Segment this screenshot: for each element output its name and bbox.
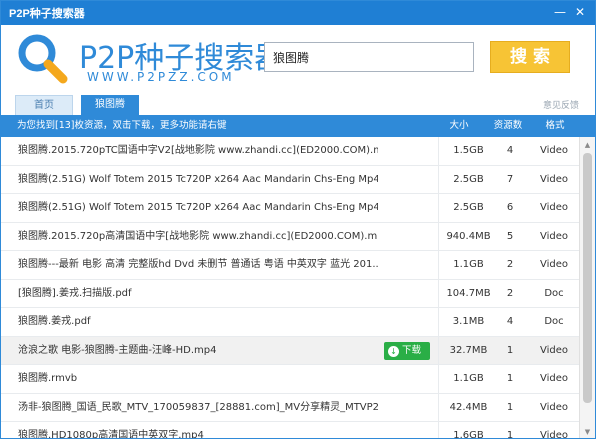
table-row[interactable]: 汤非-狼图腾_国语_民歌_MTV_170059837_[28881.com]_M… (1, 393, 579, 422)
file-name: 狼图腾---最新 电影 高清 完整版hd Dvd 未删节 普通话 粤语 中英双字… (18, 259, 378, 270)
file-name: 狼图腾.rmvb (18, 373, 78, 384)
table-row[interactable]: 沧浪之歌 电影-狼图腾-主题曲-汪峰-HD.mp4 ↓ 下载 32.7MB 1 Video (1, 336, 579, 365)
table-row[interactable]: 狼图腾(2.51G) Wolf Totem 2015 Tc720P x264 A… (1, 165, 579, 194)
search-input[interactable] (264, 42, 474, 72)
file-size: 2.5GB (438, 165, 498, 194)
source-count: 4 (506, 145, 514, 156)
file-format: Doc (544, 316, 564, 327)
table-row[interactable]: 狼图腾.rmvb 1.1GB 1 Video (1, 365, 579, 394)
vertical-scrollbar[interactable]: ▲ ▼ (579, 137, 595, 438)
table-row[interactable]: 狼图腾.HD1080p高清国语中英双字.mp4 1.6GB 1 Video (1, 422, 579, 439)
table-row[interactable]: 狼图腾---最新 电影 高清 完整版hd Dvd 未删节 普通话 粤语 中英双字… (1, 251, 579, 280)
app-window: P2P种子搜索器 — ✕ P2P种子搜索器 WWW.P2PZZ.COM 搜索 首… (0, 0, 596, 439)
table-row[interactable]: 狼图腾.姜戎.pdf 3.1MB 4 Doc (1, 308, 579, 337)
file-size: 32.7MB (438, 336, 498, 365)
header: P2P种子搜索器 WWW.P2PZZ.COM 搜索 (1, 25, 595, 95)
logo-url: WWW.P2PZZ.COM (87, 70, 235, 84)
source-count: 1 (506, 430, 514, 439)
file-format: Video (539, 401, 569, 413)
download-label: 下载 (402, 344, 422, 356)
tab-home[interactable]: 首页 (15, 95, 73, 115)
file-name: 狼图腾(2.51G) Wolf Totem 2015 Tc720P x264 A… (18, 202, 378, 213)
file-size: 1.6GB (438, 422, 498, 438)
file-size: 2.5GB (438, 194, 498, 222)
table-row[interactable]: [狼图腾].姜戎.扫描版.pdf 104.7MB 2 Doc (1, 279, 579, 308)
file-format: Video (539, 373, 569, 384)
table-row[interactable]: 狼图腾.2015.720pTC国语中字V2[战地影院 www.zhandi.cc… (1, 137, 579, 166)
title-bar[interactable]: P2P种子搜索器 — ✕ (1, 1, 595, 25)
file-format: Video (539, 230, 569, 242)
scroll-thumb[interactable] (583, 153, 592, 403)
download-icon: ↓ (388, 345, 399, 357)
file-size: 1.1GB (438, 251, 498, 279)
column-header-format[interactable]: 格式 (538, 115, 572, 137)
file-name: [狼图腾].姜戎.扫描版.pdf (18, 287, 132, 299)
column-header-sources[interactable]: 资源数 (483, 115, 533, 137)
search-button[interactable]: 搜索 (490, 41, 570, 73)
file-format: Video (539, 173, 569, 185)
file-name: 沧浪之歌 电影-狼图腾-主题曲-汪峰-HD.mp4 (18, 344, 217, 356)
result-header: 为您找到[13]枚资源，双击下载，更多功能请右键 大小 资源数 格式 (1, 115, 595, 137)
result-count-message: 为您找到[13]枚资源，双击下载，更多功能请右键 (17, 120, 227, 131)
download-button[interactable]: ↓ 下载 (384, 341, 430, 360)
magnifier-icon (18, 34, 68, 84)
file-format: Doc (544, 287, 564, 299)
file-name: 狼图腾.HD1080p高清国语中英双字.mp4 (18, 430, 204, 439)
file-size: 940.4MB (438, 222, 498, 251)
source-count: 7 (506, 173, 514, 185)
file-size: 3.1MB (438, 308, 498, 336)
table-row[interactable]: 狼图腾.2015.720p高清国语中字[战地影院 www.zhandi.cc](… (1, 222, 579, 251)
feedback-link[interactable]: 意见反馈 (543, 98, 579, 111)
tab-bar: 首页 狼图腾 意见反馈 (1, 95, 595, 115)
source-count: 1 (506, 344, 514, 356)
minimize-icon[interactable]: — (551, 4, 569, 20)
tab-search-result[interactable]: 狼图腾 (81, 95, 139, 115)
column-header-size[interactable]: 大小 (441, 115, 477, 137)
file-name: 狼图腾.姜戎.pdf (18, 316, 91, 327)
source-count: 5 (506, 230, 514, 242)
table-row[interactable]: 狼图腾(2.51G) Wolf Totem 2015 Tc720P x264 A… (1, 194, 579, 223)
file-size: 104.7MB (438, 279, 498, 308)
source-count: 2 (506, 287, 514, 299)
file-size: 1.1GB (438, 365, 498, 393)
file-format: Video (539, 344, 569, 356)
close-icon[interactable]: ✕ (571, 4, 589, 20)
result-list: 狼图腾.2015.720pTC国语中字V2[战地影院 www.zhandi.cc… (1, 137, 579, 439)
source-count: 6 (506, 202, 514, 213)
file-size: 42.4MB (438, 393, 498, 422)
source-count: 2 (506, 259, 514, 270)
file-size: 1.5GB (438, 137, 498, 165)
source-count: 4 (506, 316, 514, 327)
file-name: 汤非-狼图腾_国语_民歌_MTV_170059837_[28881.com]_M… (18, 401, 378, 413)
file-name: 狼图腾.2015.720p高清国语中字[战地影院 www.zhandi.cc](… (18, 230, 378, 242)
file-name: 狼图腾(2.51G) Wolf Totem 2015 Tc720P x264 A… (18, 173, 378, 185)
scroll-up-icon[interactable]: ▲ (580, 139, 595, 151)
file-format: Video (539, 259, 569, 270)
window-title: P2P种子搜索器 (9, 8, 85, 20)
source-count: 1 (506, 401, 514, 413)
file-format: Video (539, 145, 569, 156)
source-count: 1 (506, 373, 514, 384)
file-format: Video (539, 430, 569, 439)
file-format: Video (539, 202, 569, 213)
file-name: 狼图腾.2015.720pTC国语中字V2[战地影院 www.zhandi.cc… (18, 145, 378, 156)
scroll-down-icon[interactable]: ▼ (580, 426, 595, 438)
